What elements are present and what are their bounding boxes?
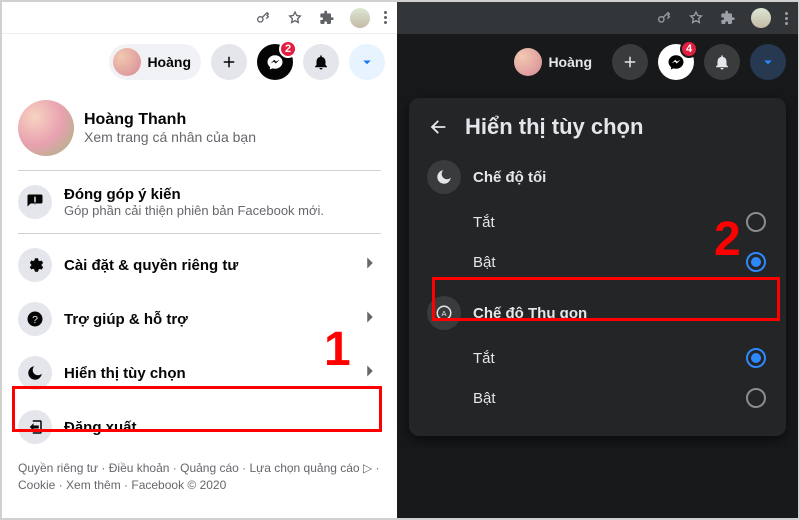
radio-icon <box>746 252 766 272</box>
settings-label: Cài đặt & quyền riêng tư <box>64 257 347 274</box>
notifications-button[interactable] <box>704 44 740 80</box>
settings-privacy-item[interactable]: Cài đặt & quyền riêng tư <box>2 238 397 292</box>
profile-row[interactable]: Hoàng Thanh Xem trang cá nhân của bạn <box>2 90 397 166</box>
logout-label: Đăng xuất <box>64 419 381 436</box>
chrome-profile-avatar[interactable] <box>751 8 771 28</box>
logout-icon <box>18 410 52 444</box>
feedback-subtitle: Góp phần cải thiện phiên bản Facebook mớ… <box>64 203 381 218</box>
footer-links: Quyền riêng tư · Điều khoản · Quảng cáo … <box>2 454 397 500</box>
display-options-sheet: Hiển thị tùy chọn Chế độ tối Tắt Bật A C… <box>409 98 786 436</box>
feedback-item[interactable]: Đóng góp ý kiến Góp phần cải thiện phiên… <box>2 175 397 229</box>
radio-icon <box>746 212 766 232</box>
divider <box>18 170 381 171</box>
chrome-toolbar-left <box>2 2 397 34</box>
messenger-badge: 2 <box>279 40 297 58</box>
help-label: Trợ giúp & hỗ trợ <box>64 311 347 328</box>
messenger-button[interactable]: 2 <box>257 44 293 80</box>
radio-icon <box>746 388 766 408</box>
moon-icon <box>427 160 461 194</box>
dark-mode-section: Chế độ tối <box>415 152 780 202</box>
chevron-right-icon <box>359 306 381 333</box>
gear-icon <box>18 248 52 282</box>
right-panel: Hoàng 4 Hiển thị tùy chọn Chế độ tối <box>397 2 798 518</box>
create-button[interactable] <box>612 44 648 80</box>
option-label: Bật <box>473 254 496 271</box>
key-icon <box>254 9 272 27</box>
chrome-menu-icon[interactable] <box>384 11 387 24</box>
extensions-icon[interactable] <box>318 9 336 27</box>
messenger-button[interactable]: 4 <box>658 44 694 80</box>
compact-mode-on-option[interactable]: Bật <box>415 378 780 418</box>
profile-name: Hoàng Thanh <box>84 111 256 129</box>
messenger-badge: 4 <box>680 40 698 58</box>
back-button[interactable] <box>423 112 453 142</box>
option-label: Bật <box>473 390 496 407</box>
chrome-menu-icon[interactable] <box>785 12 788 25</box>
user-chip[interactable]: Hoàng <box>510 44 602 80</box>
moon-icon <box>18 356 52 390</box>
chrome-toolbar-right <box>397 2 798 34</box>
divider <box>18 233 381 234</box>
user-first-name: Hoàng <box>548 54 592 70</box>
fb-header-left: Hoàng 2 <box>2 34 397 90</box>
chevron-right-icon <box>359 252 381 279</box>
dark-mode-off-option[interactable]: Tắt <box>415 202 780 242</box>
chevron-right-icon <box>359 360 381 387</box>
avatar <box>113 48 141 76</box>
svg-text:A: A <box>441 309 446 318</box>
display-label: Hiển thị tùy chọn <box>64 365 347 382</box>
avatar <box>514 48 542 76</box>
extensions-icon[interactable] <box>719 9 737 27</box>
compact-icon: A <box>427 296 461 330</box>
option-label: Tắt <box>473 214 495 231</box>
profile-avatar <box>18 100 74 156</box>
fb-header-right: Hoàng 4 <box>397 34 798 90</box>
feedback-title: Đóng góp ý kiến <box>64 186 381 203</box>
option-label: Tắt <box>473 350 495 367</box>
key-icon <box>655 9 673 27</box>
notifications-button[interactable] <box>303 44 339 80</box>
chrome-profile-avatar[interactable] <box>350 8 370 28</box>
profile-subtitle: Xem trang cá nhân của bạn <box>84 129 256 145</box>
user-chip[interactable]: Hoàng <box>109 44 201 80</box>
compact-mode-label: Chế độ Thu gọn <box>473 305 587 322</box>
logout-item[interactable]: Đăng xuất <box>2 400 397 454</box>
create-button[interactable] <box>211 44 247 80</box>
dark-mode-label: Chế độ tối <box>473 169 546 186</box>
user-first-name: Hoàng <box>147 54 191 70</box>
compact-mode-section: A Chế độ Thu gọn <box>415 288 780 338</box>
display-options-item[interactable]: Hiển thị tùy chọn <box>2 346 397 400</box>
sheet-title: Hiển thị tùy chọn <box>465 114 643 140</box>
star-icon[interactable] <box>687 9 705 27</box>
svg-text:?: ? <box>32 314 38 326</box>
compact-mode-off-option[interactable]: Tắt <box>415 338 780 378</box>
radio-icon <box>746 348 766 368</box>
help-support-item[interactable]: ? Trợ giúp & hỗ trợ <box>2 292 397 346</box>
account-menu-button[interactable] <box>349 44 385 80</box>
account-menu-button[interactable] <box>750 44 786 80</box>
left-panel: Hoàng 2 Hoàng Thanh Xem trang cá nhân củ… <box>2 2 397 518</box>
help-icon: ? <box>18 302 52 336</box>
dark-mode-on-option[interactable]: Bật <box>415 242 780 282</box>
feedback-icon <box>18 185 52 219</box>
star-icon[interactable] <box>286 9 304 27</box>
